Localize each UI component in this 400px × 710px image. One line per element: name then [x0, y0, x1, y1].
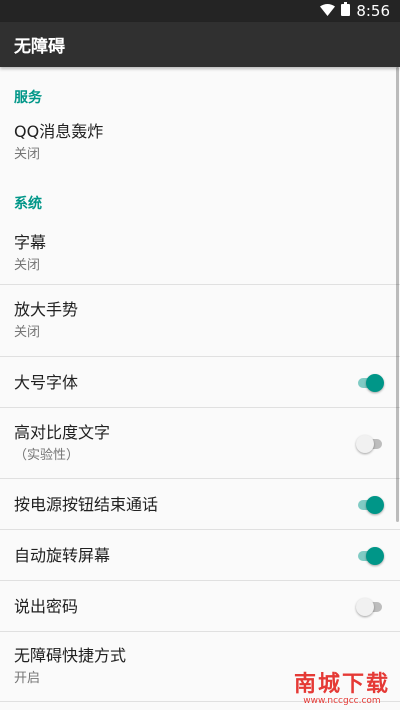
watermark-sub: www.nccgcc.com [303, 696, 381, 706]
section-header-system: 系统 [14, 196, 42, 212]
setting-title: 无障碍快捷方式 [14, 646, 127, 665]
large-text-toggle[interactable] [356, 373, 384, 393]
setting-title: 字幕 [14, 233, 47, 252]
setting-title: QQ消息轰炸 [14, 122, 104, 141]
setting-summary: 开启 [14, 671, 41, 686]
settings-list[interactable]: 服务 QQ消息轰炸 关闭 系统 字幕 关闭 放大手势 关闭 大号字体 高对比度文… [0, 67, 400, 710]
setting-power-button-ends-call[interactable]: 按电源按钮结束通话 [0, 479, 400, 530]
setting-qq-message-bomb[interactable]: QQ消息轰炸 关闭 [0, 113, 400, 173]
wifi-icon [320, 2, 336, 20]
power-button-ends-call-toggle[interactable] [356, 495, 384, 515]
section-header-services: 服务 [14, 90, 42, 106]
setting-summary: 关闭 [14, 325, 41, 340]
setting-title: 说出密码 [14, 596, 79, 616]
high-contrast-text-toggle[interactable] [356, 434, 384, 454]
watermark-logo: 南城下载 www.nccgcc.com [294, 666, 390, 706]
setting-title: 自动旋转屏幕 [14, 545, 111, 565]
setting-title: 按电源按钮结束通话 [14, 494, 159, 514]
battery-icon [341, 2, 351, 20]
watermark-main: 南城下载 [293, 672, 390, 697]
setting-title: 高对比度文字 [14, 422, 111, 442]
app-bar: 无障碍 [0, 22, 400, 67]
speak-passwords-toggle[interactable] [356, 597, 384, 617]
page-title: 无障碍 [14, 37, 65, 57]
setting-large-text[interactable]: 大号字体 [0, 357, 400, 408]
status-bar: 8:56 [0, 0, 400, 22]
setting-summary: （实验性） [14, 447, 80, 463]
setting-captions[interactable]: 字幕 关闭 [0, 219, 400, 285]
setting-summary: 关闭 [14, 147, 41, 162]
status-time: 8:56 [356, 2, 390, 20]
setting-title: 大号字体 [14, 372, 79, 392]
status-icons: 8:56 [320, 2, 390, 20]
setting-magnification-gestures[interactable]: 放大手势 关闭 [0, 285, 400, 357]
scrollbar[interactable] [396, 67, 399, 522]
setting-title: 放大手势 [14, 300, 79, 319]
setting-high-contrast-text[interactable]: 高对比度文字 （实验性） [0, 408, 400, 479]
setting-summary: 关闭 [14, 258, 41, 273]
setting-speak-passwords[interactable]: 说出密码 [0, 581, 400, 632]
setting-auto-rotate-screen[interactable]: 自动旋转屏幕 [0, 530, 400, 581]
auto-rotate-screen-toggle[interactable] [356, 546, 384, 566]
